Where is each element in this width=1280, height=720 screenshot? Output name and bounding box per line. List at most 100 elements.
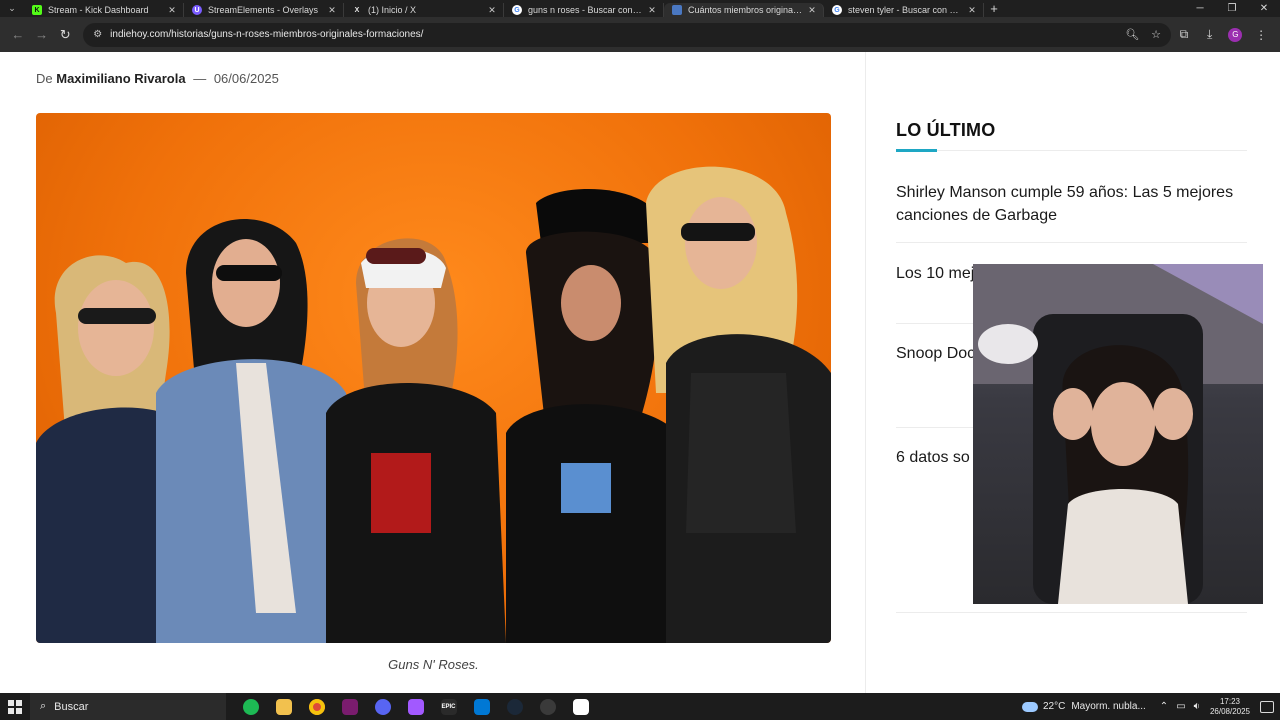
folder-icon (275, 698, 292, 715)
cloud-icon (1021, 701, 1038, 712)
taskbar-app-spotify[interactable] (234, 693, 267, 720)
tab-google-guns-n-roses[interactable]: G guns n roses - Buscar con Goog ✕ (504, 3, 664, 17)
streamelements-icon: U (192, 5, 202, 15)
indiehoy-icon (672, 5, 682, 15)
news-divider (896, 612, 1247, 613)
close-icon[interactable]: ✕ (167, 5, 177, 16)
windows-start-icon[interactable] (0, 699, 30, 714)
chrome-icon (308, 698, 325, 715)
tab-title: steven tyler - Buscar con Goog (848, 5, 963, 15)
tab-x-home[interactable]: X (1) Inicio / X ✕ (344, 3, 504, 17)
taskbar-search-box[interactable]: ⌕ Buscar (30, 693, 226, 720)
search-label: Buscar (54, 700, 89, 713)
close-icon[interactable]: ✕ (807, 5, 817, 16)
forward-arrow-icon[interactable]: → (30, 23, 54, 47)
tab-kick-dashboard[interactable]: K Stream - Kick Dashboard ✕ (24, 3, 184, 17)
download-icon[interactable]: ⤓ (1197, 27, 1223, 42)
taskbar-app-capcut[interactable] (564, 693, 597, 720)
minimize-icon[interactable]: ─ (1184, 3, 1216, 14)
weather-temp: 22°C (1042, 701, 1066, 712)
x-logo-icon: X (354, 6, 360, 14)
windows-taskbar: ⌕ Buscar EPIC 22°C Mayorm. nubla... ⌃ ▭ … (0, 693, 1280, 720)
address-url[interactable]: indiehoy.com/historias/guns-n-roses-miem… (110, 29, 1113, 40)
webcam-overlay (973, 264, 1263, 604)
close-icon[interactable]: ✕ (647, 5, 657, 16)
network-icon[interactable]: ▭ (1176, 701, 1185, 712)
weather-widget[interactable]: 22°C Mayorm. nubla... (1021, 701, 1146, 712)
tab-google-steven-tyler[interactable]: G steven tyler - Buscar con Goog ✕ (824, 3, 984, 17)
discord-icon (374, 698, 391, 715)
image-caption: Guns N' Roses. (388, 657, 479, 672)
site-settings-icon[interactable]: ⚙ (93, 29, 102, 40)
tray-chevron-icon[interactable]: ⌃ (1160, 701, 1168, 712)
app-icon (407, 698, 424, 715)
taskbar-app-discord[interactable] (366, 693, 399, 720)
tab-indiehoy-article[interactable]: Cuántos miembros originales q ✕ (664, 3, 824, 17)
taskbar-app-code[interactable] (465, 693, 498, 720)
steam-icon (506, 698, 523, 715)
byline-separator: — (193, 71, 207, 86)
close-icon[interactable]: ✕ (487, 5, 497, 16)
search-icon: ⌕ (40, 700, 47, 712)
band-member-3 (326, 238, 506, 643)
browser-toolbar: ← → ↻ ⚙ indiehoy.com/historias/guns-n-ro… (0, 17, 1280, 52)
tab-title: Cuántos miembros originales q (688, 5, 803, 15)
address-bar[interactable]: ⚙ indiehoy.com/historias/guns-n-roses-mi… (83, 22, 1172, 47)
notification-icon[interactable] (1260, 700, 1274, 713)
weather-text: Mayorm. nubla... (1071, 701, 1146, 712)
taskbar-app-obs-studio[interactable] (531, 693, 564, 720)
google-icon: G (512, 5, 522, 15)
close-icon[interactable]: ✕ (327, 5, 337, 16)
article-hero-image (36, 113, 831, 643)
byline-prefix: De (36, 71, 53, 86)
column-divider (865, 52, 866, 693)
tab-search-chevron-icon[interactable]: ⌄ (0, 0, 24, 17)
app-icon (341, 698, 358, 715)
tab-title: Stream - Kick Dashboard (48, 5, 149, 15)
sidebar-heading-rule (896, 150, 1247, 151)
taskbar-app-file-explorer[interactable] (267, 693, 300, 720)
reload-icon[interactable]: ↻ (53, 23, 77, 47)
kick-icon: K (32, 5, 42, 15)
bookmark-star-icon[interactable]: ☆ (1151, 28, 1161, 41)
epic-games-icon: EPIC (440, 698, 457, 715)
zoom-icon[interactable]: 🔍︎ (1125, 28, 1139, 41)
band-member-5 (646, 166, 831, 643)
new-tab-plus-icon[interactable]: + (984, 1, 1004, 16)
volume-icon[interactable]: 🔉︎ (1194, 701, 1200, 712)
tab-title: guns n roses - Buscar con Goog (528, 5, 643, 15)
sidebar-heading: LO ÚLTIMO (896, 120, 996, 140)
tab-title: (1) Inicio / X (368, 5, 417, 15)
app-icon (473, 698, 490, 715)
window-close-icon[interactable]: ✕ (1248, 3, 1280, 14)
publish-date: 06/06/2025 (213, 71, 279, 86)
profile-avatar[interactable]: G (1228, 27, 1243, 42)
google-icon: G (832, 5, 842, 15)
article-byline: De Maximiliano Rivarola — 06/06/2025 (36, 71, 279, 86)
clock-date: 26/08/2025 (1209, 706, 1250, 716)
tab-streamelements[interactable]: U StreamElements - Overlays ✕ (184, 3, 344, 17)
browser-tab-strip: ⌄ K Stream - Kick Dashboard ✕ U StreamEl… (0, 0, 1280, 17)
system-tray: 22°C Mayorm. nubla... ⌃ ▭ 🔉︎ 17:23 26/08… (1021, 697, 1280, 717)
taskbar-app-epic-games[interactable]: EPIC (432, 693, 465, 720)
webcam-feed-illustration (973, 264, 1263, 604)
restore-icon[interactable]: ❐ (1216, 3, 1248, 14)
taskbar-app-steam[interactable] (498, 693, 531, 720)
spotify-icon (242, 698, 259, 715)
sidebar-news-item[interactable]: Shirley Manson cumple 59 años: Las 5 mej… (896, 181, 1247, 227)
news-divider (896, 242, 1247, 243)
band-photo-illustration (36, 166, 831, 643)
taskbar-app-obs[interactable] (333, 693, 366, 720)
extensions-icon[interactable]: ⧉ (1171, 27, 1197, 42)
kebab-menu-icon[interactable]: ⋮ (1248, 28, 1274, 42)
close-icon[interactable]: ✕ (967, 5, 977, 16)
taskbar-app-chrome[interactable] (300, 693, 333, 720)
taskbar-clock[interactable]: 17:23 26/08/2025 (1210, 697, 1250, 717)
taskbar-app-figma[interactable] (399, 693, 432, 720)
clock-time: 17:23 (1219, 696, 1240, 706)
author-link[interactable]: Maximiliano Rivarola (56, 71, 185, 86)
back-arrow-icon[interactable]: ← (6, 23, 30, 47)
sidebar-heading-accent (896, 149, 937, 152)
capcut-icon (572, 698, 589, 715)
obs-icon (539, 698, 556, 715)
